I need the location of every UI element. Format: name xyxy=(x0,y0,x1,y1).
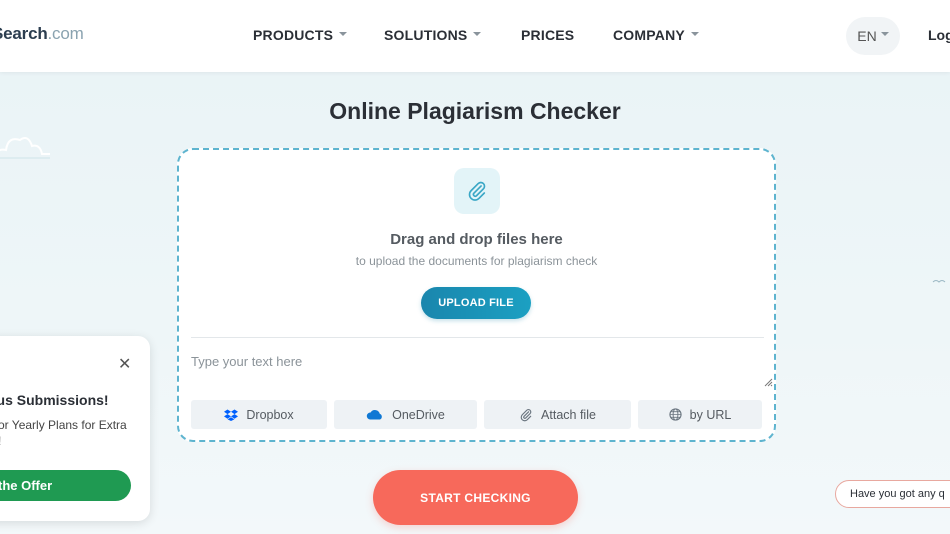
nav-solutions[interactable]: SOLUTIONS xyxy=(384,27,482,43)
bird-decoration xyxy=(932,280,946,283)
promo-title: nus Submissions! xyxy=(0,392,109,408)
chat-bubble[interactable]: Have you got any q xyxy=(835,480,950,508)
text-input[interactable] xyxy=(191,340,776,390)
nav-prices[interactable]: PRICES xyxy=(521,27,574,43)
login-link[interactable]: Log xyxy=(928,27,950,43)
nav-prices-label: PRICES xyxy=(521,27,575,43)
promo-popup: ✕ nus Submissions! or Yearly Plans for E… xyxy=(0,336,150,521)
promo-text: or Yearly Plans for Extra ! xyxy=(0,418,127,448)
cloud-decoration xyxy=(0,137,50,159)
chevron-down-icon xyxy=(880,32,889,36)
onedrive-icon xyxy=(366,410,382,420)
paperclip-icon xyxy=(520,408,532,421)
chevron-down-icon xyxy=(339,32,348,37)
upload-dropzone[interactable]: Drag and drop files here to upload the d… xyxy=(177,148,776,442)
paperclip-icon xyxy=(454,168,500,214)
dropbox-button[interactable]: Dropbox xyxy=(191,400,327,429)
nav-products[interactable]: PRODUCTS xyxy=(253,27,348,43)
promo-offer-button[interactable]: the Offer xyxy=(0,470,131,501)
chevron-down-icon xyxy=(690,32,699,37)
drag-drop-subtitle: to upload the documents for plagiarism c… xyxy=(355,254,598,268)
divider xyxy=(191,337,764,338)
upload-file-button[interactable]: UPLOAD FILE xyxy=(421,287,531,319)
close-icon[interactable]: ✕ xyxy=(118,354,131,374)
onedrive-label: OneDrive xyxy=(392,407,445,422)
nav-products-label: PRODUCTS xyxy=(253,27,334,43)
drag-drop-title: Drag and drop files here xyxy=(390,231,563,248)
logo-text: Search xyxy=(0,24,48,43)
chevron-down-icon xyxy=(473,32,482,37)
page-title: Online Plagiarism Checker xyxy=(329,98,621,124)
attach-file-button[interactable]: Attach file xyxy=(484,400,631,429)
nav-company-label: COMPANY xyxy=(613,27,685,43)
nav-company[interactable]: COMPANY xyxy=(613,27,699,43)
dropbox-label: Dropbox xyxy=(246,407,294,422)
globe-icon xyxy=(669,408,682,421)
onedrive-button[interactable]: OneDrive xyxy=(334,400,477,429)
start-checking-button[interactable]: START CHECKING xyxy=(373,470,578,525)
logo-domain: .com xyxy=(47,24,84,43)
nav-solutions-label: SOLUTIONS xyxy=(384,27,468,43)
language-label: EN xyxy=(857,28,877,44)
resize-handle-icon[interactable] xyxy=(764,378,773,387)
site-header: Search.com PRODUCTS SOLUTIONS PRICES COM… xyxy=(0,0,950,72)
url-label: by URL xyxy=(689,407,732,422)
dropbox-icon xyxy=(224,409,239,421)
site-logo[interactable]: Search.com xyxy=(0,24,84,44)
url-button[interactable]: by URL xyxy=(638,400,762,429)
attach-file-label: Attach file xyxy=(541,407,596,422)
language-selector[interactable]: EN xyxy=(846,17,900,55)
